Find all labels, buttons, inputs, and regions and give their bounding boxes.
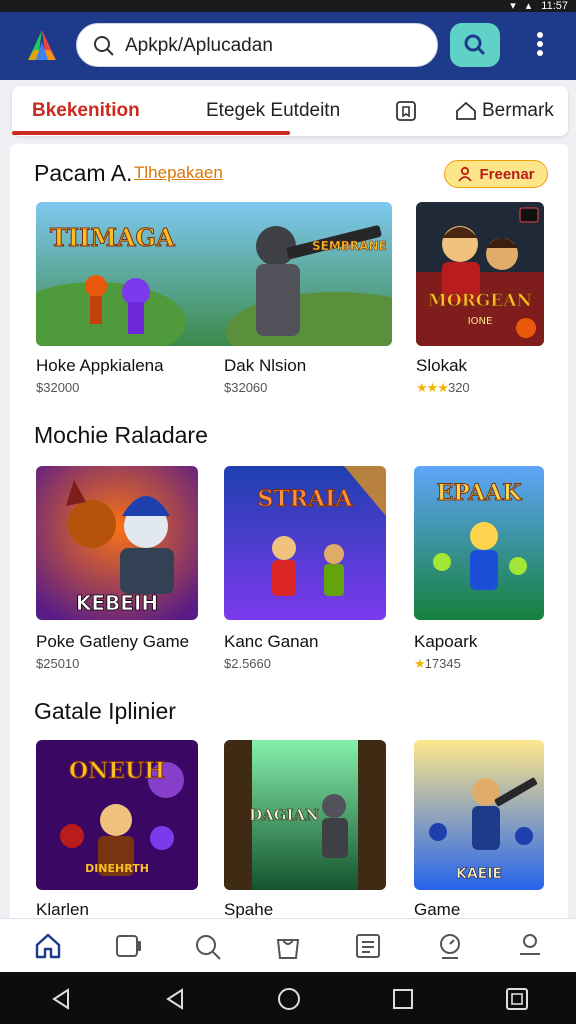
signal-icon: ▴ — [525, 0, 532, 12]
search-icon[interactable] — [192, 930, 224, 962]
section-title: Mochie Raladare — [34, 422, 208, 448]
game-thumbnail: DAGIAN — [224, 740, 386, 890]
thumbnail-text: TIIMAGA — [50, 223, 175, 252]
wifi-icon: ▾ — [510, 0, 516, 12]
game-thumbnail: KAEIE — [414, 740, 544, 890]
bottom-navigation — [0, 918, 576, 972]
card-meta: $2.5660 — [224, 656, 271, 671]
card-title: Game — [414, 900, 461, 919]
back-icon[interactable] — [162, 986, 188, 1012]
game-thumbnail: ONEUH DINEHRTH — [36, 740, 198, 890]
card-title: Kapoark — [414, 632, 478, 651]
app-header — [0, 12, 576, 80]
user-icon — [458, 166, 473, 182]
category-tabs: Bkekenition Etegek Eutdeitn Bermark — [12, 86, 568, 136]
thumbnail-text: STRAIA — [258, 486, 354, 512]
rating-count: 17345 — [424, 656, 461, 671]
badge-label: Freenar — [479, 165, 535, 183]
search-button[interactable] — [450, 23, 500, 67]
card-title: Kanc Ganan — [224, 632, 319, 651]
thumbnail-text: SEMBRANE — [312, 239, 387, 253]
thumbnail-text: KAEIE — [456, 866, 502, 882]
card-meta: ★★★320 — [416, 380, 470, 396]
games-icon[interactable] — [112, 930, 144, 962]
card-title: Hoke Appkialena — [36, 356, 164, 375]
thumbnail-text: MORGEAN — [428, 291, 532, 311]
status-bar: ▾ ▴ 11:57 — [0, 0, 576, 12]
card-title: Spahe — [224, 900, 274, 919]
card-title: Poke Gatleny Game — [36, 632, 190, 651]
home-circle-icon[interactable] — [276, 986, 302, 1012]
card-title: Dak Nlsion — [224, 356, 307, 375]
main-content: Pacam A. Tlhepakaen Freenar TIIMAGA SEMB… — [10, 144, 568, 924]
system-navigation-bar — [0, 972, 576, 1024]
bookmark-square-icon[interactable] — [394, 99, 418, 123]
status-time: 11:57 — [541, 0, 568, 12]
tab-bkekenition[interactable]: Bkekenition — [32, 86, 140, 136]
game-thumbnail: EPAAK — [414, 466, 544, 620]
search-icon — [94, 36, 114, 56]
card-title: Slokak — [416, 356, 468, 375]
featured-badge[interactable]: Freenar — [444, 160, 548, 188]
screenshot-icon[interactable] — [504, 986, 530, 1012]
app-logo-icon[interactable] — [22, 28, 62, 64]
game-thumbnail: MORGEAN IONE — [416, 202, 544, 346]
rating-stars: ★ — [414, 656, 426, 671]
thumbnail-text: KEBEIH — [76, 591, 158, 615]
rating-stars: ★★★ — [416, 380, 449, 395]
profile-icon[interactable] — [514, 930, 546, 962]
card-meta: $25010 — [36, 656, 80, 671]
search-icon — [464, 34, 486, 56]
back-icon[interactable] — [48, 986, 74, 1012]
card-meta: $32060 — [224, 380, 268, 395]
thumbnail-text: EPAAK — [437, 480, 523, 506]
recents-icon[interactable] — [390, 986, 416, 1012]
card-meta: $32000 — [36, 380, 80, 395]
tab-etegek-eutdeitn[interactable]: Etegek Eutdeitn — [206, 86, 340, 136]
game-thumbnail: STRAIA — [224, 466, 386, 620]
search-bar[interactable] — [76, 23, 438, 67]
section-title: Pacam A. — [34, 160, 133, 186]
card-meta: ★17345 — [414, 656, 461, 672]
store-bag-icon[interactable] — [272, 930, 304, 962]
game-thumbnail: KEBEIH — [36, 466, 198, 620]
thumbnail-text: DINEHRTH — [85, 862, 149, 875]
rating-count: 320 — [447, 380, 470, 395]
thumbnail-text: ONEUH — [69, 758, 165, 784]
search-input[interactable] — [125, 32, 425, 60]
card-title: Klarlen — [36, 900, 89, 919]
notifications-icon[interactable] — [434, 930, 466, 962]
tab-bermark[interactable]: Bermark — [482, 86, 554, 136]
thumbnail-text: IONE — [468, 316, 493, 327]
game-thumbnail: TIIMAGA SEMBRANE — [36, 202, 392, 346]
more-options-icon[interactable] — [530, 32, 550, 60]
section-link[interactable]: Tlhepakaen — [134, 163, 223, 183]
section-title: Gatale Iplinier — [34, 698, 176, 724]
list-icon[interactable] — [352, 930, 384, 962]
bookmark-icon[interactable] — [454, 99, 478, 123]
thumbnail-text: DAGIAN — [249, 806, 319, 824]
home-icon[interactable] — [32, 930, 64, 962]
